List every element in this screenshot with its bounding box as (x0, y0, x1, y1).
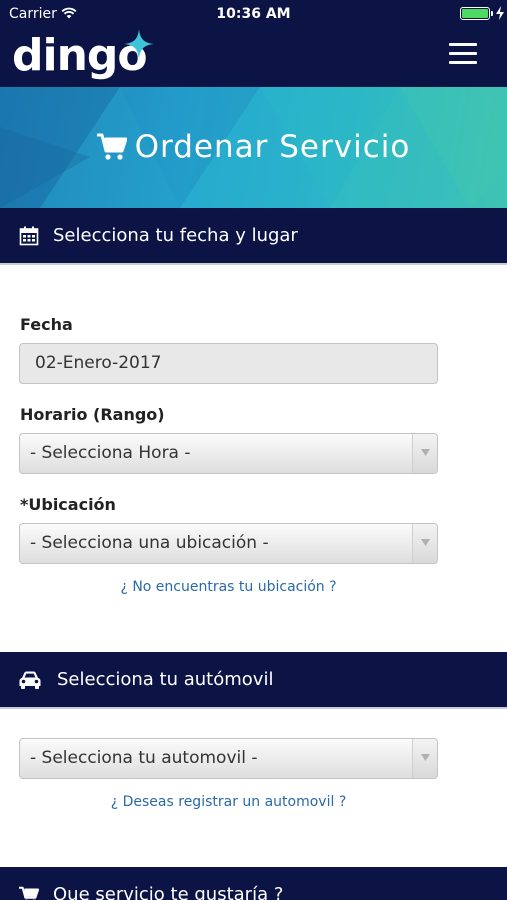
no-location-link[interactable]: ¿ No encuentras tu ubicación ? (0, 579, 457, 595)
section-header-date-place[interactable]: Selecciona tu fecha y lugar (0, 208, 507, 265)
ubicacion-select-value: - Selecciona una ubicación - (30, 533, 269, 553)
calendar-icon (19, 226, 39, 246)
hamburger-line (449, 61, 477, 64)
clock: 10:36 AM (216, 6, 291, 22)
horario-select[interactable]: - Selecciona Hora - (19, 433, 438, 474)
section-header-service[interactable]: Que servicio te gustaría ? (0, 867, 507, 900)
automovil-select-value: - Selecciona tu automovil - (30, 748, 258, 768)
ubicacion-select[interactable]: - Selecciona una ubicación - (19, 523, 438, 564)
chevron-down-icon (421, 539, 430, 546)
fecha-label: Fecha (20, 315, 73, 334)
dropdown-arrow (412, 434, 437, 473)
section-title: Selecciona tu autómovil (57, 669, 274, 690)
horario-label: Horario (Rango) (20, 405, 165, 424)
cart-icon (19, 886, 39, 900)
logo-sparkle-icon (124, 29, 154, 59)
cart-icon (96, 133, 128, 160)
dropdown-arrow (412, 524, 437, 563)
status-bar: Carrier 10:36 AM (0, 0, 507, 28)
chevron-down-icon (421, 449, 430, 456)
page-title-text: Ordenar Servicio (134, 129, 411, 165)
section-header-car[interactable]: Selecciona tu autómovil (0, 652, 507, 709)
battery-icon (460, 7, 490, 20)
top-navigation-bar: Carrier 10:36 AM dingo (0, 0, 507, 87)
dropdown-arrow (412, 739, 437, 778)
register-car-link[interactable]: ¿ Deseas registrar un automovil ? (0, 794, 457, 810)
fecha-input[interactable]: 02-Enero-2017 (19, 343, 438, 384)
horario-select-value: - Selecciona Hora - (30, 443, 191, 463)
ubicacion-label: *Ubicación (20, 495, 116, 514)
battery-cap (491, 11, 493, 16)
hamburger-line (449, 43, 477, 46)
charging-icon (496, 6, 504, 20)
section-title: Que servicio te gustaría ? (53, 884, 284, 900)
page-title: Ordenar Servicio (0, 127, 507, 167)
hero-banner: Ordenar Servicio (0, 87, 507, 208)
car-icon (19, 671, 41, 689)
section-title: Selecciona tu fecha y lugar (53, 225, 298, 246)
hamburger-menu-button[interactable] (449, 43, 477, 65)
hamburger-line (449, 52, 477, 55)
automovil-select[interactable]: - Selecciona tu automovil - (19, 738, 438, 779)
chevron-down-icon (421, 754, 430, 761)
